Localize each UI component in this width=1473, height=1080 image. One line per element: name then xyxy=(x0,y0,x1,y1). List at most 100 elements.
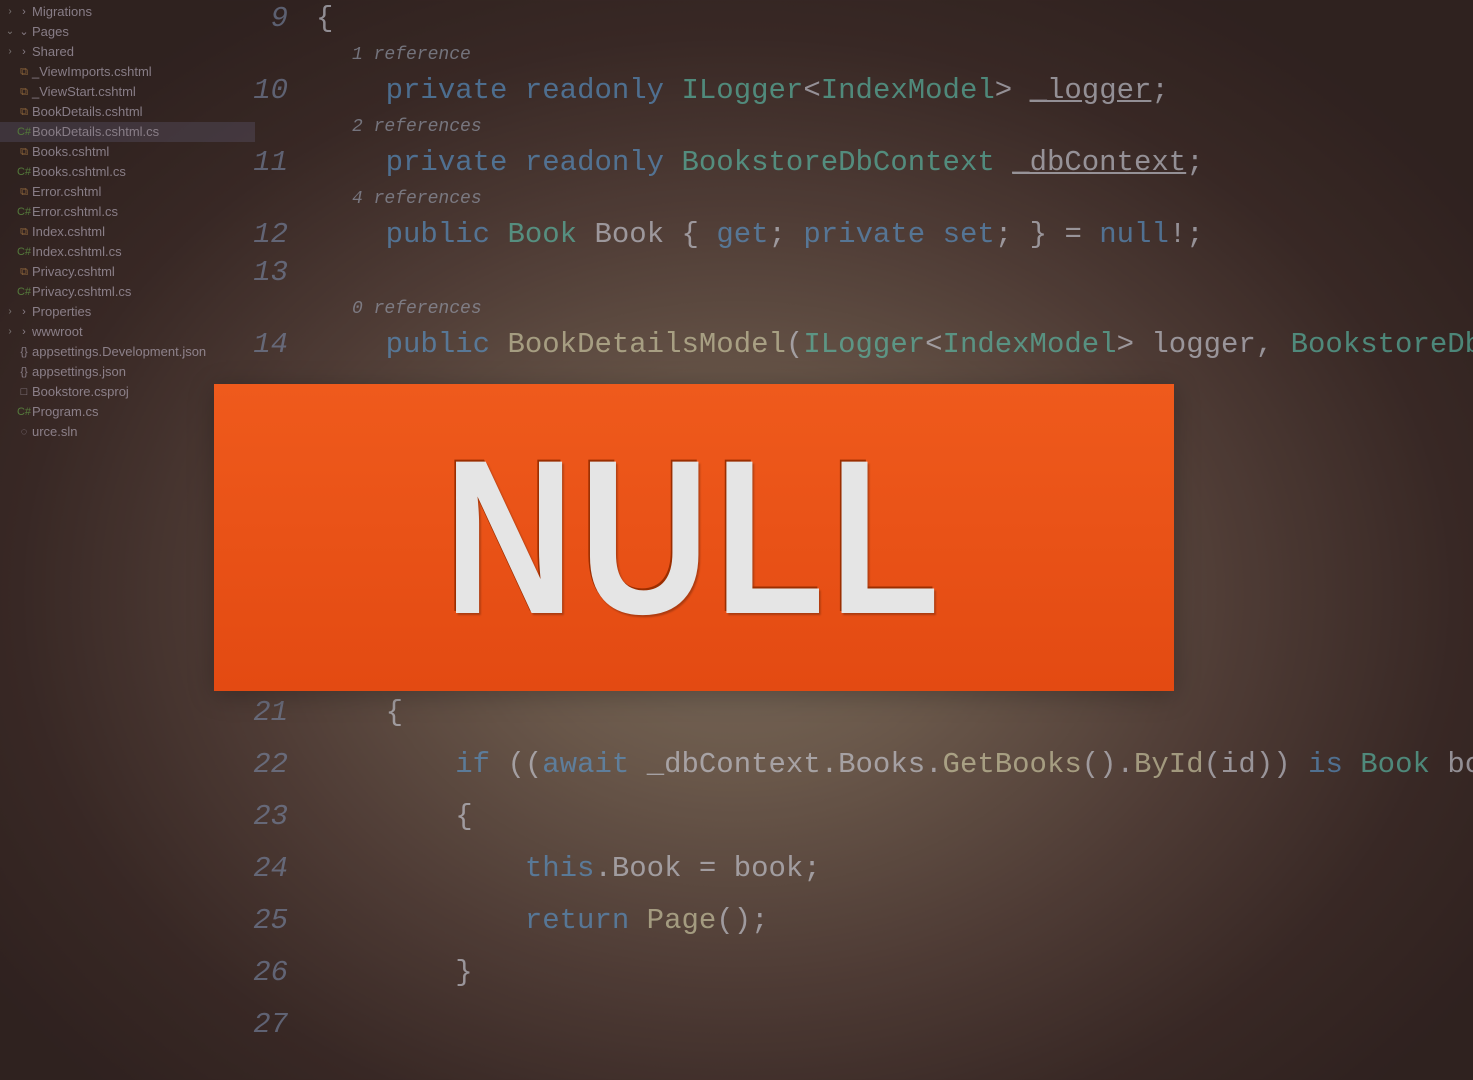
file-icon: › xyxy=(16,322,32,342)
codelens-ref[interactable]: 0 references xyxy=(240,292,1473,326)
chevron-icon: › xyxy=(4,42,16,62)
line-number: 13 xyxy=(240,254,316,292)
file-tree-label: Pages xyxy=(32,22,69,42)
line-number: 24 xyxy=(240,850,316,888)
file-icon: □ xyxy=(16,382,32,402)
file-tree-item[interactable]: {}appsettings.json xyxy=(0,362,255,382)
file-tree-label: Shared xyxy=(32,42,74,62)
file-tree-label: _ViewImports.cshtml xyxy=(32,62,152,82)
file-icon: ⧉ xyxy=(16,222,32,242)
file-tree-item[interactable]: ⧉Index.cshtml xyxy=(0,222,255,242)
file-tree-item[interactable]: {}appsettings.Development.json xyxy=(0,342,255,362)
file-tree-item[interactable]: C#Privacy.cshtml.cs xyxy=(0,282,255,302)
code-line xyxy=(316,254,1473,292)
code-line: this.Book = book; xyxy=(316,850,1473,888)
file-tree-label: Error.cshtml xyxy=(32,182,101,202)
file-icon: ⌄ xyxy=(16,22,32,42)
code-line: private readonly BookstoreDbContext _dbC… xyxy=(316,144,1473,182)
file-tree-item[interactable]: ⧉Privacy.cshtml xyxy=(0,262,255,282)
file-icon: › xyxy=(16,42,32,62)
line-number: 9 xyxy=(240,0,316,38)
code-line: { xyxy=(316,0,1473,38)
null-banner: NULL xyxy=(214,384,1174,691)
file-icon: › xyxy=(16,2,32,22)
file-icon: › xyxy=(16,302,32,322)
line-number: 11 xyxy=(240,144,316,182)
line-number: 21 xyxy=(240,694,316,732)
line-number: 14 xyxy=(240,326,316,364)
line-number: 27 xyxy=(240,1006,316,1044)
file-icon: C# xyxy=(16,162,32,182)
line-number: 22 xyxy=(240,746,316,784)
file-tree-label: Index.cshtml xyxy=(32,222,105,242)
line-number: 23 xyxy=(240,798,316,836)
chevron-icon: › xyxy=(4,302,16,322)
file-tree-item[interactable]: C#Error.cshtml.cs xyxy=(0,202,255,222)
file-icon: {} xyxy=(16,342,32,362)
file-tree-item[interactable]: ››Shared xyxy=(0,42,255,62)
codelens-ref[interactable]: 4 references xyxy=(240,182,1473,216)
code-line: } xyxy=(316,954,1473,992)
codelens-ref[interactable]: 2 references xyxy=(240,110,1473,144)
file-icon: ⧉ xyxy=(16,262,32,282)
file-tree-label: Error.cshtml.cs xyxy=(32,202,118,222)
file-tree-label: appsettings.json xyxy=(32,362,126,382)
chevron-icon: › xyxy=(4,2,16,22)
code-line: return Page(); xyxy=(316,902,1473,940)
code-line: public BookDetailsModel(ILogger<IndexMod… xyxy=(316,326,1473,364)
file-tree-label: Index.cshtml.cs xyxy=(32,242,122,262)
code-line: if ((await _dbContext.Books.GetBooks().B… xyxy=(316,746,1473,784)
file-icon: C# xyxy=(16,282,32,302)
file-icon: {} xyxy=(16,362,32,382)
file-tree-label: _ViewStart.cshtml xyxy=(32,82,136,102)
file-tree-item[interactable]: ⧉BookDetails.cshtml xyxy=(0,102,255,122)
line-number: 25 xyxy=(240,902,316,940)
file-tree-item[interactable]: ⧉_ViewStart.cshtml xyxy=(0,82,255,102)
file-tree-label: urce.sln xyxy=(32,422,78,442)
chevron-icon: › xyxy=(4,322,16,342)
file-tree-item[interactable]: ››wwwroot xyxy=(0,322,255,342)
code-line: { xyxy=(316,798,1473,836)
null-banner-text: NULL xyxy=(444,411,945,664)
file-tree-item[interactable]: ››Properties xyxy=(0,302,255,322)
code-line: { xyxy=(316,694,1473,732)
code-line: private readonly ILogger<IndexModel> _lo… xyxy=(316,72,1473,110)
file-tree-label: appsettings.Development.json xyxy=(32,342,206,362)
file-tree-label: Bookstore.csproj xyxy=(32,382,129,402)
file-icon: C# xyxy=(16,402,32,422)
file-tree-label: Books.cshtml.cs xyxy=(32,162,126,182)
file-tree-label: Migrations xyxy=(32,2,92,22)
line-number: 26 xyxy=(240,954,316,992)
code-line: public Book Book { get; private set; } =… xyxy=(316,216,1473,254)
file-tree-label: Books.cshtml xyxy=(32,142,109,162)
codelens-ref[interactable]: 1 reference xyxy=(240,38,1473,72)
file-tree-label: BookDetails.cshtml.cs xyxy=(32,122,159,142)
line-number: 10 xyxy=(240,72,316,110)
file-icon: C# xyxy=(16,242,32,262)
file-tree-label: Properties xyxy=(32,302,91,322)
file-tree-label: Privacy.cshtml.cs xyxy=(32,282,131,302)
line-number: 12 xyxy=(240,216,316,254)
file-tree-item[interactable]: ››Migrations xyxy=(0,2,255,22)
file-tree-item[interactable]: C#Books.cshtml.cs xyxy=(0,162,255,182)
file-icon: C# xyxy=(16,122,32,142)
file-tree-label: BookDetails.cshtml xyxy=(32,102,143,122)
chevron-icon: ⌄ xyxy=(4,22,16,42)
file-icon: C# xyxy=(16,202,32,222)
file-tree-item[interactable]: ⌄⌄Pages xyxy=(0,22,255,42)
file-icon: ⧉ xyxy=(16,182,32,202)
file-icon: ⧉ xyxy=(16,142,32,162)
file-tree-item[interactable]: ⧉Error.cshtml xyxy=(0,182,255,202)
file-icon: ◌ xyxy=(16,422,32,442)
file-tree-item[interactable]: ⧉Books.cshtml xyxy=(0,142,255,162)
file-tree-item[interactable]: C#Index.cshtml.cs xyxy=(0,242,255,262)
file-tree-item[interactable]: C#BookDetails.cshtml.cs xyxy=(0,122,255,142)
file-icon: ⧉ xyxy=(16,102,32,122)
file-tree-item[interactable]: ⧉_ViewImports.cshtml xyxy=(0,62,255,82)
file-tree-label: wwwroot xyxy=(32,322,83,342)
file-tree-label: Program.cs xyxy=(32,402,98,422)
code-line xyxy=(316,1006,1473,1044)
file-icon: ⧉ xyxy=(16,82,32,102)
file-icon: ⧉ xyxy=(16,62,32,82)
file-tree-label: Privacy.cshtml xyxy=(32,262,115,282)
